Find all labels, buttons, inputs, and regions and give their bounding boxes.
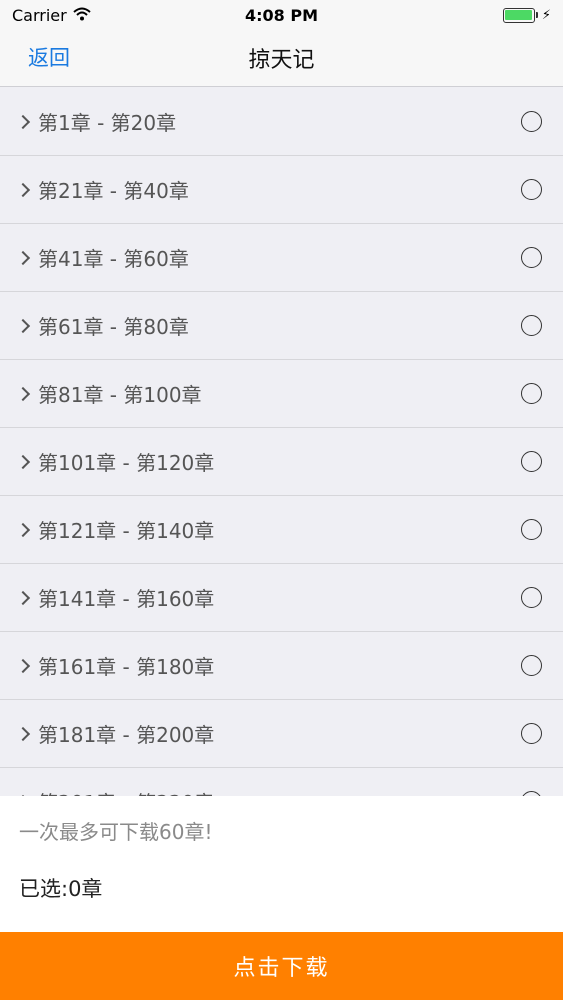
chapter-row[interactable]: 第101章 - 第120章 <box>0 428 563 496</box>
chapter-range-label: 第41章 - 第60章 <box>38 247 189 271</box>
chevron-right-icon[interactable] <box>15 726 31 741</box>
select-radio[interactable] <box>521 723 542 744</box>
chapter-row[interactable]: 第161章 - 第180章 <box>0 632 563 700</box>
chapter-range-label: 第1章 - 第20章 <box>38 111 177 135</box>
status-left: Carrier <box>12 6 91 25</box>
chapter-row[interactable]: 第201章 - 第220章 <box>0 768 563 796</box>
chapter-row[interactable]: 第121章 - 第140章 <box>0 496 563 564</box>
chapter-row[interactable]: 第61章 - 第80章 <box>0 292 563 360</box>
select-radio[interactable] <box>521 111 542 132</box>
chapter-range-label: 第101章 - 第120章 <box>38 451 215 475</box>
select-radio[interactable] <box>521 247 542 268</box>
charging-icon: ⚡ <box>541 7 551 23</box>
chapter-row[interactable]: 第181章 - 第200章 <box>0 700 563 768</box>
select-radio[interactable] <box>521 587 542 608</box>
chapter-range-label: 第81章 - 第100章 <box>38 383 202 407</box>
chapter-row[interactable]: 第41章 - 第60章 <box>0 224 563 292</box>
chapter-range-label: 第21章 - 第40章 <box>38 179 189 203</box>
chevron-right-icon[interactable] <box>15 318 31 333</box>
battery-icon: ⚡ <box>502 7 551 23</box>
wifi-icon <box>73 6 91 25</box>
navigation-bar: 返回 掠天记 <box>0 30 563 87</box>
carrier-label: Carrier <box>12 5 67 25</box>
select-radio[interactable] <box>521 451 542 472</box>
chapter-list[interactable]: 第1章 - 第20章 第21章 - 第40章 第41章 - 第60章 第61章 - 第… <box>0 88 563 796</box>
select-radio[interactable] <box>521 383 542 404</box>
select-radio[interactable] <box>521 655 542 676</box>
chevron-right-icon[interactable] <box>15 182 31 197</box>
select-radio[interactable] <box>521 179 542 200</box>
status-bar: Carrier 4:08 PM ⚡ <box>0 0 563 30</box>
page-title: 掠天记 <box>248 48 315 73</box>
chapter-range-label: 第161章 - 第180章 <box>38 655 215 679</box>
chapter-row[interactable]: 第141章 - 第160章 <box>0 564 563 632</box>
chapter-row[interactable]: 第21章 - 第40章 <box>0 156 563 224</box>
download-button[interactable]: 点击下载 <box>0 932 563 1000</box>
chevron-right-icon[interactable] <box>15 250 31 265</box>
chapter-range-label: 第181章 - 第200章 <box>38 723 215 747</box>
chapter-range-label: 第141章 - 第160章 <box>38 587 215 611</box>
selected-count: 已选:0章 <box>19 877 103 901</box>
chevron-right-icon[interactable] <box>15 590 31 605</box>
chevron-right-icon[interactable] <box>15 386 31 401</box>
chapter-range-label: 第121章 - 第140章 <box>38 519 215 543</box>
select-radio[interactable] <box>521 315 542 336</box>
select-radio[interactable] <box>521 519 542 540</box>
chapter-row[interactable]: 第81章 - 第100章 <box>0 360 563 428</box>
chevron-right-icon[interactable] <box>15 454 31 469</box>
chevron-right-icon[interactable] <box>15 114 31 129</box>
chevron-right-icon[interactable] <box>15 522 31 537</box>
download-limit-note: 一次最多可下载60章! <box>19 820 213 844</box>
back-button[interactable]: 返回 <box>28 42 70 72</box>
chapter-range-label: 第61章 - 第80章 <box>38 315 189 339</box>
chevron-right-icon[interactable] <box>15 658 31 673</box>
chapter-row[interactable]: 第1章 - 第20章 <box>0 88 563 156</box>
bottom-panel: 一次最多可下载60章! 已选:0章 <box>0 796 563 932</box>
chapter-range-label: 第201章 - 第220章 <box>38 787 214 796</box>
